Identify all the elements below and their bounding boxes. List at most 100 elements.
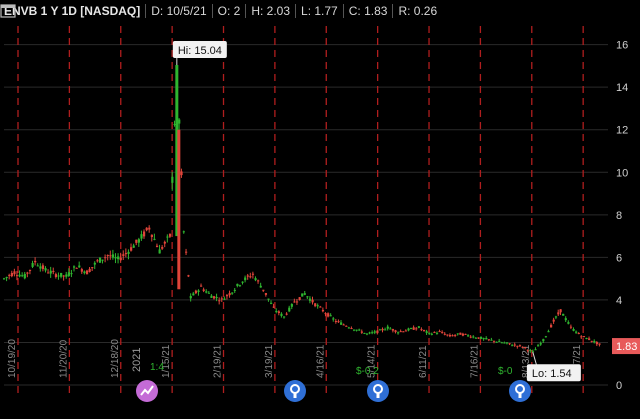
x-tick-label: 3/19/21 xyxy=(264,344,275,378)
candle-body xyxy=(137,239,141,243)
candle-body xyxy=(182,231,185,233)
y-tick-label: 12 xyxy=(616,125,628,137)
candle-body xyxy=(155,245,159,248)
candle-body xyxy=(161,247,164,249)
candle-body xyxy=(511,345,514,347)
candle-body xyxy=(552,319,555,322)
candle-body xyxy=(306,296,309,298)
candle-body xyxy=(75,267,78,269)
y-tick-label: 14 xyxy=(616,82,628,94)
y-tick-label: 6 xyxy=(616,252,622,264)
candle-body xyxy=(443,333,446,335)
candle-body xyxy=(593,340,596,343)
candle-body xyxy=(142,231,146,237)
candle-body xyxy=(435,332,439,334)
candle-body xyxy=(148,227,151,230)
year-marker-label: 2021 xyxy=(131,348,143,372)
candle-body xyxy=(402,331,405,333)
candle-body xyxy=(15,275,19,277)
candle-body xyxy=(559,309,562,313)
candle-body xyxy=(241,281,244,283)
candle-body xyxy=(52,270,55,272)
candle-body xyxy=(487,339,490,341)
candle-body xyxy=(461,333,465,336)
candle-body xyxy=(41,265,45,270)
candle-body xyxy=(503,342,506,344)
candle-body xyxy=(140,234,143,239)
x-tick-label: 7/16/21 xyxy=(469,344,480,378)
candle-body xyxy=(18,274,21,277)
candle-body xyxy=(210,295,213,298)
candle-body xyxy=(257,280,260,282)
candle-body xyxy=(171,176,174,183)
bulb-icon-base xyxy=(293,393,297,398)
candle-body xyxy=(316,305,319,307)
candle-body xyxy=(49,270,52,274)
candle-body xyxy=(544,336,548,338)
candle-body xyxy=(34,260,37,263)
candle-body xyxy=(262,289,265,291)
candle-body xyxy=(295,301,299,303)
candle-body xyxy=(36,265,39,267)
hi-callout-label: Hi: 15.04 xyxy=(178,45,222,57)
candle-body xyxy=(207,292,211,294)
candle-body xyxy=(290,303,293,307)
candle-body xyxy=(319,306,322,308)
candle-body xyxy=(490,339,493,341)
candle-body xyxy=(518,345,522,347)
candle-body xyxy=(365,333,369,335)
candle-body xyxy=(598,343,601,345)
candle-body xyxy=(70,273,73,275)
candle-body xyxy=(378,329,382,331)
candle-body xyxy=(270,302,273,304)
candle-body xyxy=(114,257,117,259)
earnings-event-label: $-0.2 xyxy=(356,366,379,377)
price-chart[interactable]: 024681012141610/19/2011/20/2012/18/201/1… xyxy=(0,0,640,419)
candle-body xyxy=(280,313,283,316)
candle-body xyxy=(585,337,588,340)
candle-body xyxy=(595,342,599,345)
candle-body xyxy=(288,307,291,312)
candle-body xyxy=(342,324,345,326)
candle-body xyxy=(376,330,379,334)
candle-body xyxy=(293,301,296,303)
candle-body xyxy=(106,255,109,257)
y-tick-label: 4 xyxy=(616,295,622,307)
x-tick-label: 4/16/21 xyxy=(315,344,326,378)
candle-body xyxy=(420,329,423,331)
candle-body xyxy=(200,285,203,287)
candle-body xyxy=(238,285,242,287)
candle-body xyxy=(329,315,332,317)
last-price-label: 1.83 xyxy=(616,341,637,353)
candle-body xyxy=(163,241,166,244)
candle-body xyxy=(389,328,392,330)
candle-body xyxy=(526,349,529,351)
y-tick-label: 0 xyxy=(616,380,622,392)
candle-body xyxy=(448,334,452,337)
candle-body xyxy=(394,330,397,333)
candle-body xyxy=(228,293,231,296)
earnings-event-icon xyxy=(509,380,531,402)
candle-body xyxy=(202,289,205,291)
candle-body xyxy=(441,331,444,333)
candle-body xyxy=(550,324,553,328)
candle-body xyxy=(397,332,400,334)
candle-body xyxy=(8,274,11,276)
candle-body xyxy=(459,332,462,335)
candle-body xyxy=(23,273,26,279)
bulb-icon-base xyxy=(518,393,522,398)
candle-body xyxy=(474,337,478,339)
candle-body xyxy=(384,329,387,331)
candle-body xyxy=(168,233,172,237)
candle-body xyxy=(80,269,83,272)
candle-body xyxy=(567,322,570,324)
candle-body xyxy=(373,331,376,333)
candle-body xyxy=(246,275,249,277)
candle-body xyxy=(78,265,81,268)
candle-body xyxy=(303,293,306,295)
candle-body xyxy=(345,325,348,327)
candle-body xyxy=(334,320,338,322)
candle-body xyxy=(44,268,47,271)
candle-body xyxy=(298,297,301,300)
candle-body xyxy=(477,337,480,339)
